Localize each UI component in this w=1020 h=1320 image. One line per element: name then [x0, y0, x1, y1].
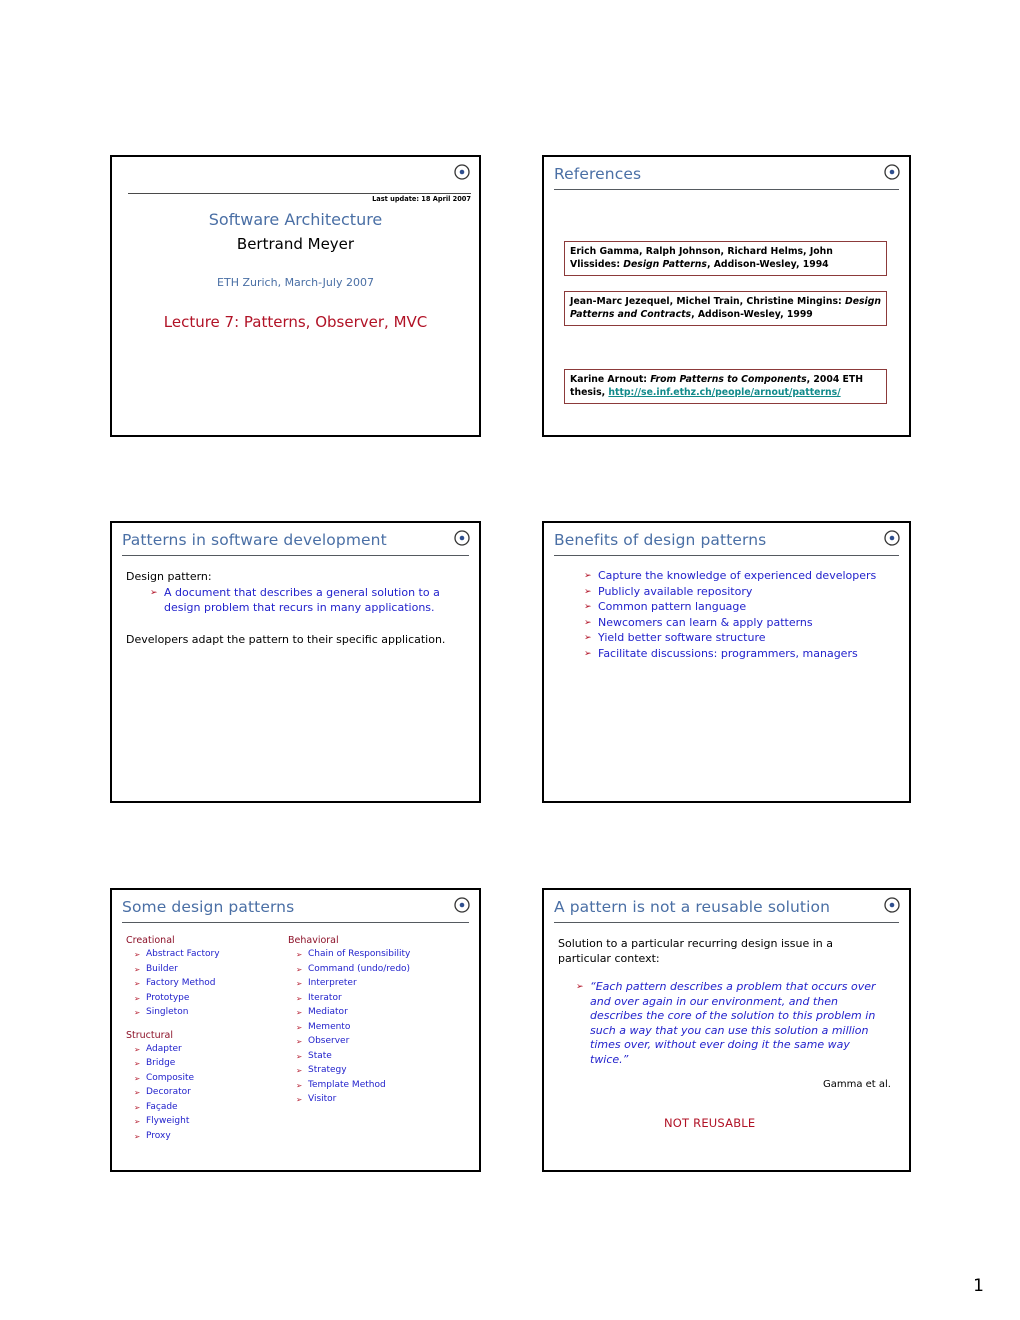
target-dot-icon — [883, 896, 901, 914]
list-item: Adapter — [126, 1043, 286, 1057]
reference-item: Karine Arnout: From Patterns to Componen… — [564, 369, 887, 404]
slide-title-slide: Last update: 18 April 2007 Software Arch… — [110, 155, 481, 437]
title-divider — [128, 193, 471, 194]
benefits-body: Capture the knowledge of experienced dev… — [556, 563, 897, 795]
list-item: Interpreter — [288, 977, 478, 991]
pattern-column-left: Creational Abstract Factory Builder Fact… — [126, 934, 286, 1144]
list-item: Mediator — [288, 1006, 478, 1020]
venue-line: ETH Zurich, March-July 2007 — [217, 276, 374, 289]
list-item: Strategy — [288, 1064, 478, 1078]
category-heading: Creational — [126, 935, 175, 946]
page-title: A pattern is not a reusable solution — [554, 898, 831, 916]
target-dot-icon — [453, 896, 471, 914]
quote-list: “Each pattern describes a problem that o… — [576, 980, 887, 1068]
list-item: Memento — [288, 1021, 478, 1035]
reference-work: From Patterns to Components — [650, 374, 807, 385]
title-underline — [554, 922, 899, 923]
reference-rest: , Addison-Wesley, 1994 — [706, 259, 829, 270]
pattern-column-right: Behavioral Chain of Responsibility Comma… — [288, 934, 478, 1108]
list-item: Prototype — [126, 992, 286, 1006]
list-item: Bridge — [126, 1057, 286, 1071]
not-reusable-stamp: NOT REUSABLE — [664, 1116, 756, 1130]
reference-authors: Karine Arnout: — [570, 374, 651, 385]
slide-not-a-reusable-solution: A pattern is not a reusable solution Sol… — [542, 888, 911, 1172]
title-underline — [554, 555, 899, 556]
references-body: Erich Gamma, Ralph Johnson, Richard Helm… — [556, 197, 897, 429]
list-item: Chain of Responsibility — [288, 948, 478, 962]
title-slide-body: Software Architecture Bertrand Meyer ETH… — [112, 209, 479, 333]
course-title: Software Architecture — [208, 210, 383, 229]
list-item: Builder — [126, 963, 286, 977]
list-item: Flyweight — [126, 1115, 286, 1129]
reference-item: Jean-Marc Jezequel, Michel Train, Christ… — [564, 291, 887, 326]
target-dot-icon — [883, 529, 901, 547]
list-item: Façade — [126, 1101, 286, 1115]
page-title: Benefits of design patterns — [554, 531, 767, 549]
slide-references: References Erich Gamma, Ralph Johnson, R… — [542, 155, 911, 437]
reference-item: Erich Gamma, Ralph Johnson, Richard Helm… — [564, 241, 887, 276]
bullet-list: Capture the knowledge of experienced dev… — [584, 569, 891, 662]
list-item: Visitor — [288, 1093, 478, 1107]
slide-some-design-patterns: Some design patterns Creational Abstract… — [110, 888, 481, 1172]
list-item: Decorator — [126, 1086, 286, 1100]
quote-attribution: Gamma et al. — [822, 1079, 891, 1090]
list-item: Capture the knowledge of experienced dev… — [584, 569, 891, 584]
lead-text: Solution to a particular recurring desig… — [558, 937, 833, 965]
bullet-list: A document that describes a general solu… — [150, 586, 459, 616]
list-item: Abstract Factory — [126, 948, 286, 962]
page-title: Patterns in software development — [122, 531, 387, 549]
reference-rest: , Addison-Wesley, 1999 — [691, 309, 813, 320]
list-item: Newcomers can learn & apply patterns — [584, 616, 891, 631]
pattern-list: Abstract Factory Builder Factory Method … — [126, 948, 286, 1020]
list-item: Observer — [288, 1035, 478, 1049]
title-underline — [554, 189, 899, 190]
lecture-title: Lecture 7: Patterns, Observer, MVC — [163, 313, 428, 331]
list-item: State — [288, 1050, 478, 1064]
pattern-list: Chain of Responsibility Command (undo/re… — [288, 948, 478, 1107]
slide-benefits-of-design-patterns: Benefits of design patterns Capture the … — [542, 521, 911, 803]
handout-page: Last update: 18 April 2007 Software Arch… — [0, 0, 1020, 1320]
quote-text: “Each pattern describes a problem that o… — [576, 980, 887, 1067]
list-item: Factory Method — [126, 977, 286, 991]
closing-text: Developers adapt the pattern to their sp… — [126, 633, 446, 646]
slide-patterns-in-software-development: Patterns in software development Design … — [110, 521, 481, 803]
title-underline — [122, 555, 469, 556]
last-update-label: Last update: 18 April 2007 — [372, 195, 471, 203]
target-dot-icon — [883, 163, 901, 181]
not-reusable-body: Solution to a particular recurring desig… — [556, 930, 897, 1164]
page-number: 1 — [973, 1276, 984, 1296]
design-patterns-body: Creational Abstract Factory Builder Fact… — [124, 930, 467, 1164]
list-item: Singleton — [126, 1006, 286, 1020]
list-item: Facilitate discussions: programmers, man… — [584, 647, 891, 662]
category-heading: Structural — [126, 1029, 174, 1041]
category-heading: Behavioral — [288, 935, 339, 946]
list-item: Common pattern language — [584, 600, 891, 615]
list-item: Command (undo/redo) — [288, 963, 478, 977]
list-item: Iterator — [288, 992, 478, 1006]
list-item: Proxy — [126, 1130, 286, 1144]
page-title: Some design patterns — [122, 898, 295, 916]
target-dot-icon — [453, 529, 471, 547]
reference-authors: Jean-Marc Jezequel, Michel Train, Christ… — [570, 296, 845, 307]
list-item: Yield better software structure — [584, 631, 891, 646]
patterns-body: Design pattern: A document that describe… — [124, 563, 467, 795]
reference-link[interactable]: http://se.inf.ethz.ch/people/arnout/patt… — [608, 387, 840, 398]
list-item: Template Method — [288, 1079, 478, 1093]
lead-text: Design pattern: — [126, 570, 212, 583]
pattern-list: Adapter Bridge Composite Decorator Façad… — [126, 1043, 286, 1144]
page-title: References — [554, 165, 642, 183]
list-item: A document that describes a general solu… — [150, 586, 459, 615]
list-item: Composite — [126, 1072, 286, 1086]
author-name: Bertrand Meyer — [236, 235, 355, 253]
title-underline — [122, 922, 469, 923]
list-item: Publicly available repository — [584, 585, 891, 600]
reference-work: Design Patterns — [623, 259, 707, 270]
target-dot-icon — [453, 163, 471, 181]
